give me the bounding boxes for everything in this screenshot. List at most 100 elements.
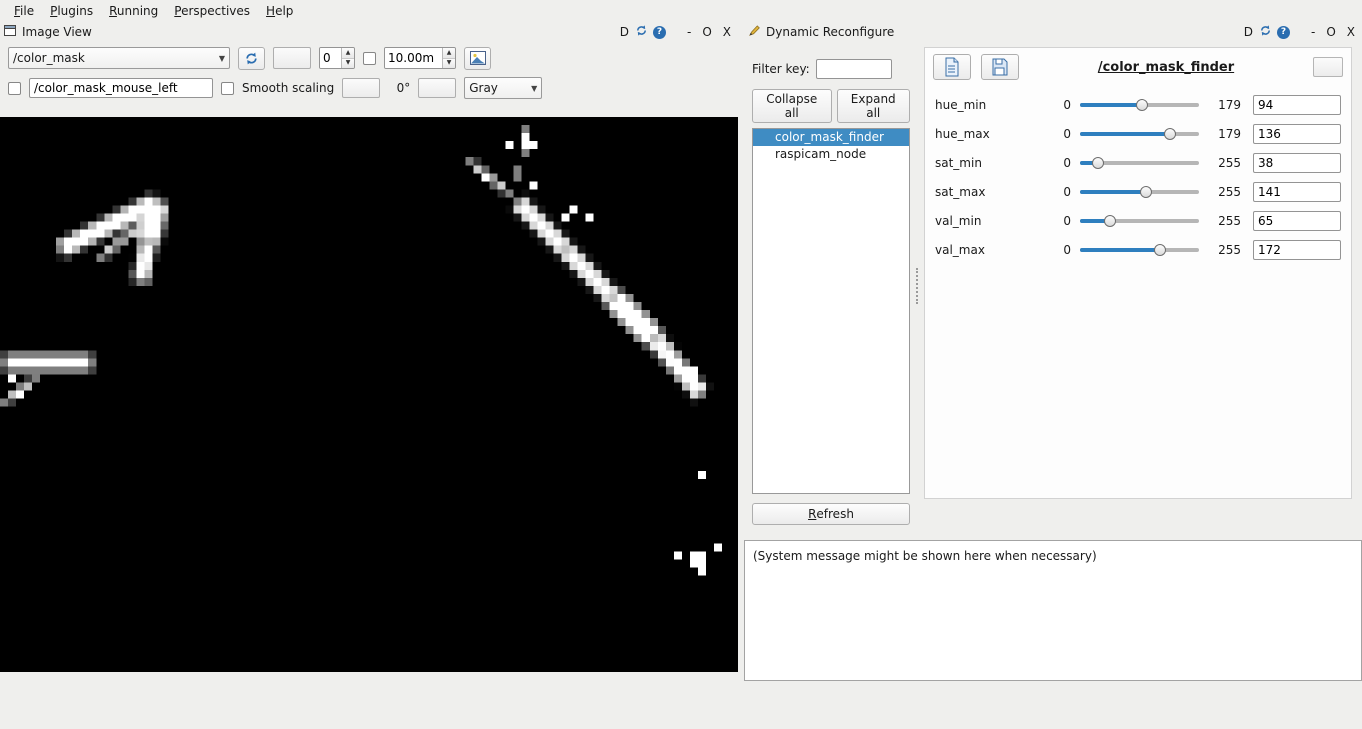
reload-plugin-icon[interactable] xyxy=(635,24,648,40)
card-blank-button[interactable] xyxy=(1313,57,1343,77)
param-label: hue_min xyxy=(935,98,1055,112)
filter-row: Filter key: xyxy=(752,59,910,79)
rotate-left-button[interactable] xyxy=(342,78,380,98)
minimize-button[interactable]: - xyxy=(1308,25,1318,39)
slider-handle[interactable] xyxy=(1104,215,1116,227)
close-button[interactable]: X xyxy=(1344,25,1358,39)
slider-handle[interactable] xyxy=(1136,99,1148,111)
param-slider[interactable] xyxy=(1080,242,1199,258)
param-slider[interactable] xyxy=(1080,126,1199,142)
close-button[interactable]: X xyxy=(720,25,734,39)
param-row: sat_max 0 255 xyxy=(935,177,1341,206)
menu-file[interactable]: File xyxy=(6,2,42,20)
param-value-input[interactable] xyxy=(1253,95,1341,115)
refresh-topics-button[interactable] xyxy=(238,47,265,70)
rotate-right-button[interactable] xyxy=(418,78,456,98)
system-message-text: (System message might be shown here when… xyxy=(753,549,1097,563)
filter-key-input[interactable] xyxy=(816,59,892,79)
menu-perspectives[interactable]: Perspectives xyxy=(166,2,258,20)
menu-running[interactable]: Running xyxy=(101,2,166,20)
param-value-input[interactable] xyxy=(1253,211,1341,231)
spin-down-icon[interactable]: ▼ xyxy=(342,58,354,69)
param-min-value: 0 xyxy=(1055,214,1071,228)
param-min-value: 0 xyxy=(1055,185,1071,199)
collapse-all-button[interactable]: Collapse all xyxy=(752,89,832,123)
image-view-toolbar-row1: /color_mask ▼ ▲ ▼ ▲ ▼ xyxy=(0,43,738,73)
param-value-input[interactable] xyxy=(1253,124,1341,144)
pencil-icon xyxy=(748,24,761,40)
slider-fill xyxy=(1080,103,1142,107)
panel-title: Dynamic Reconfigure xyxy=(766,25,894,39)
zero-spinbox-input[interactable] xyxy=(320,48,341,68)
node-list-item[interactable]: color_mask_finder xyxy=(753,129,909,146)
dynamic-reconfigure-body: Filter key: Collapse all Expand all colo… xyxy=(744,43,1362,525)
param-slider[interactable] xyxy=(1080,97,1199,113)
load-params-button[interactable] xyxy=(933,54,971,80)
minimize-button[interactable]: - xyxy=(684,25,694,39)
menu-plugins[interactable]: Plugins xyxy=(42,2,101,20)
param-row: val_max 0 255 xyxy=(935,235,1341,264)
range-spinbox[interactable]: ▲ ▼ xyxy=(384,47,456,69)
param-slider[interactable] xyxy=(1080,184,1199,200)
param-slider[interactable] xyxy=(1080,213,1199,229)
help-icon[interactable]: ? xyxy=(653,26,666,39)
colormap-select[interactable]: Gray ▼ xyxy=(464,77,542,99)
help-icon[interactable]: ? xyxy=(1277,26,1290,39)
topic-select[interactable]: /color_mask ▼ xyxy=(8,47,230,69)
param-list: hue_min 0 179 hue_max 0 179 sat_min 0 25… xyxy=(925,84,1351,270)
slider-handle[interactable] xyxy=(1164,128,1176,140)
range-spinbox-input[interactable] xyxy=(385,48,442,68)
spin-down-icon[interactable]: ▼ xyxy=(443,58,455,69)
slider-fill xyxy=(1080,248,1160,252)
param-row: sat_min 0 255 xyxy=(935,148,1341,177)
refresh-button[interactable]: Refresh xyxy=(752,503,910,525)
param-max-value: 179 xyxy=(1207,98,1241,112)
node-list-item[interactable]: raspicam_node xyxy=(753,146,909,163)
menu-bar: File Plugins Running Perspectives Help xyxy=(0,0,1362,21)
dock-settings-button[interactable]: D xyxy=(619,25,630,39)
topic-select-value: /color_mask xyxy=(13,51,215,65)
param-slider[interactable] xyxy=(1080,155,1199,171)
node-selector-pane: Filter key: Collapse all Expand all colo… xyxy=(752,47,910,525)
param-row: val_min 0 255 xyxy=(935,206,1341,235)
param-min-value: 0 xyxy=(1055,98,1071,112)
chevron-down-icon: ▼ xyxy=(215,54,225,63)
restore-button[interactable]: O xyxy=(699,25,714,39)
param-value-input[interactable] xyxy=(1253,182,1341,202)
document-load-icon xyxy=(943,57,961,77)
slider-handle[interactable] xyxy=(1140,186,1152,198)
slider-handle[interactable] xyxy=(1092,157,1104,169)
spin-up-icon[interactable]: ▲ xyxy=(342,48,354,58)
mouse-topic-input[interactable] xyxy=(29,78,213,98)
slider-fill xyxy=(1080,190,1146,194)
zero-spinbox[interactable]: ▲ ▼ xyxy=(319,47,355,69)
expand-all-button[interactable]: Expand all xyxy=(837,89,911,123)
slider-handle[interactable] xyxy=(1154,244,1166,256)
mouse-publish-checkbox[interactable] xyxy=(8,82,21,95)
filter-key-label: Filter key: xyxy=(752,62,810,76)
panel-title: Image View xyxy=(22,25,92,39)
save-params-button[interactable] xyxy=(981,54,1019,80)
param-min-value: 0 xyxy=(1055,243,1071,257)
camera-image[interactable] xyxy=(0,117,738,672)
dock-settings-button[interactable]: D xyxy=(1243,25,1254,39)
spin-up-icon[interactable]: ▲ xyxy=(443,48,455,58)
param-value-input[interactable] xyxy=(1253,240,1341,260)
tree-controls-row: Collapse all Expand all xyxy=(752,89,910,123)
dynamic-reconfigure-panel: Dynamic Reconfigure D ? - O X Filter key… xyxy=(744,21,1362,533)
param-label: val_max xyxy=(935,243,1055,257)
save-image-button[interactable] xyxy=(464,47,491,70)
toolbar-blank-button[interactable] xyxy=(273,47,311,69)
reload-plugin-icon[interactable] xyxy=(1259,24,1272,40)
splitter-handle[interactable] xyxy=(910,47,924,525)
selected-node-title: /color_mask_finder xyxy=(1029,60,1303,75)
smooth-scaling-checkbox[interactable] xyxy=(221,82,234,95)
param-value-input[interactable] xyxy=(1253,153,1341,173)
menu-help[interactable]: Help xyxy=(258,2,301,20)
smooth-scaling-label: Smooth scaling xyxy=(242,81,334,95)
chevron-down-icon: ▼ xyxy=(527,84,537,93)
node-list[interactable]: color_mask_finderraspicam_node xyxy=(752,128,910,494)
param-label: sat_min xyxy=(935,156,1055,170)
dynamic-range-checkbox[interactable] xyxy=(363,52,376,65)
restore-button[interactable]: O xyxy=(1323,25,1338,39)
